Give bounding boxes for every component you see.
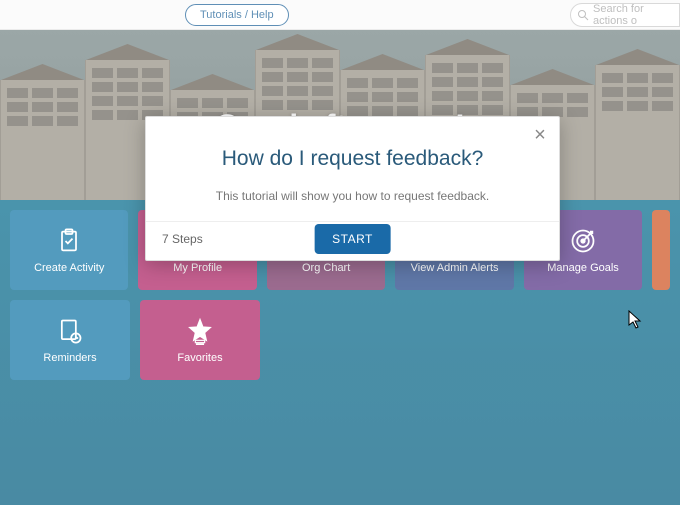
step-count: 7 Steps — [162, 232, 203, 246]
modal-title: How do I request feedback? — [170, 147, 535, 171]
tutorial-modal: × How do I request feedback? This tutori… — [145, 116, 560, 261]
modal-description: This tutorial will show you how to reque… — [170, 189, 535, 203]
close-icon[interactable]: × — [529, 125, 551, 147]
start-button[interactable]: START — [314, 224, 391, 254]
